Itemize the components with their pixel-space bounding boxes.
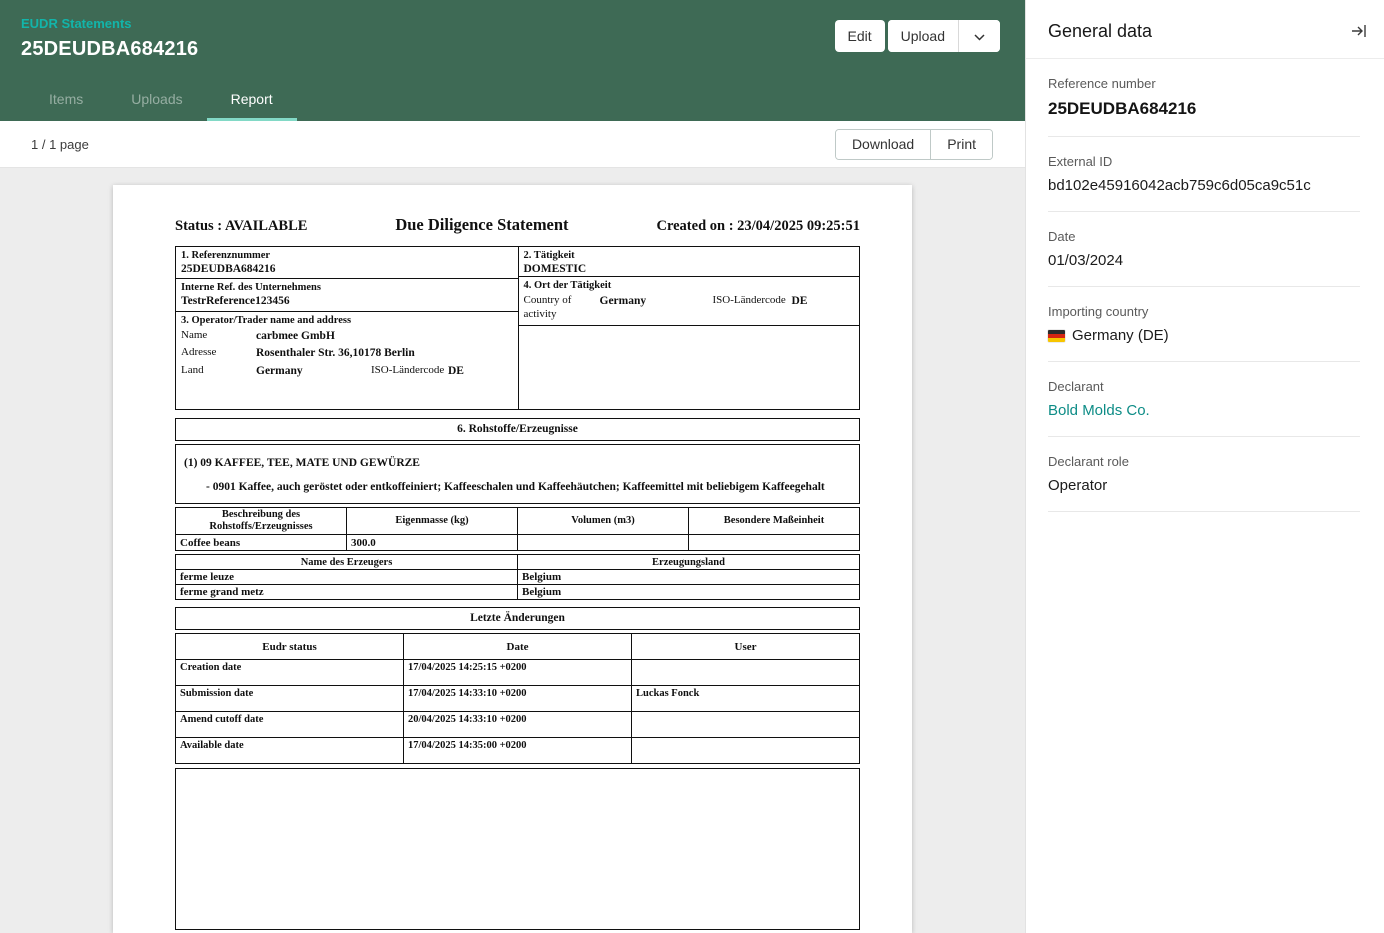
field-reference-number: Reference number 25DEUDBA684216 [1048, 59, 1360, 137]
germany-flag-icon [1048, 330, 1065, 342]
print-button[interactable]: Print [930, 130, 992, 159]
hs-heading: (1) 09 KAFFEE, TEE, MATE UND GEWÜRZE [184, 457, 851, 469]
statement-info-table: 1. Referenznummer 25DEUDBA684216 Interne… [175, 246, 860, 410]
producer-row: ferme grand metz Belgium [176, 585, 860, 600]
changes-table: Eudr status Date User Creation date 17/0… [175, 633, 860, 764]
pdf-page: Status : AVAILABLE Due Diligence Stateme… [113, 185, 912, 933]
operator-country-row: Land Germany ISO-Ländercode DE [181, 364, 513, 378]
info-left-column: 1. Referenznummer 25DEUDBA684216 Interne… [176, 247, 518, 409]
field-external-id: External ID bd102e45916042acb759c6d05ca9… [1048, 137, 1360, 212]
reference-cell: 1. Referenznummer 25DEUDBA684216 [176, 247, 518, 279]
commodity-table: Beschreibung des Rohstoffs/Erzeugnisses … [175, 507, 860, 551]
document-viewer[interactable]: Status : AVAILABLE Due Diligence Stateme… [0, 168, 1025, 933]
changes-section-title: Letzte Änderungen [175, 607, 860, 630]
empty-cell [519, 326, 860, 410]
commodities-section-title: 6. Rohstoffe/Erzeugnisse [175, 418, 860, 441]
doc-title: Due Diligence Statement [395, 215, 568, 235]
changes-row: Amend cutoff date 20/04/2025 14:33:10 +0… [176, 712, 860, 738]
info-right-column: 2. Tätigkeit DOMESTIC 4. Ort der Tätigke… [518, 247, 860, 409]
tab-uploads[interactable]: Uploads [107, 79, 206, 121]
hs-subheading: - 0901 Kaffee, auch geröstet oder entkof… [184, 481, 851, 493]
producers-header-row: Name des Erzeugers Erzeugungsland [176, 555, 860, 570]
importing-country-value: Germany (DE) [1072, 327, 1169, 344]
changes-header-row: Eudr status Date User [176, 634, 860, 660]
tab-items[interactable]: Items [25, 79, 107, 121]
header-actions: Edit Upload [835, 20, 1001, 52]
internal-reference-cell: Interne Ref. des Unternehmens TestrRefer… [176, 279, 518, 312]
changes-row: Submission date 17/04/2025 14:33:10 +020… [176, 686, 860, 712]
breadcrumb[interactable]: EUDR Statements [21, 16, 132, 31]
field-declarant-role: Declarant role Operator [1048, 437, 1360, 512]
viewer-toolbar: 1 / 1 page Download Print [0, 121, 1025, 168]
sidebar-title: General data [1048, 21, 1152, 42]
operator-cell: 3. Operator/Trader name and address Name… [176, 312, 518, 409]
field-declarant: Declarant Bold Molds Co. [1048, 362, 1360, 437]
tab-bar: Items Uploads Report [0, 79, 297, 121]
changes-row: Available date 17/04/2025 14:35:00 +0200 [176, 738, 860, 764]
commodity-row: Coffee beans 300.0 [176, 535, 860, 551]
producer-row: ferme leuze Belgium [176, 570, 860, 585]
viewer-actions: Download Print [835, 129, 993, 160]
page-header: EUDR Statements 25DEUDBA684216 Edit Uplo… [0, 0, 1025, 121]
commodity-header-row: Beschreibung des Rohstoffs/Erzeugnisses … [176, 508, 860, 535]
tab-report[interactable]: Report [207, 79, 297, 121]
edit-button[interactable]: Edit [835, 20, 885, 52]
upload-split-button: Upload [888, 20, 1000, 52]
operator-address-row: Adresse Rosenthaler Str. 36,10178 Berlin [181, 346, 513, 360]
operator-name-row: Name carbmee GmbH [181, 329, 513, 343]
field-date: Date 01/03/2024 [1048, 212, 1360, 287]
sidebar-header: General data [1026, 0, 1384, 59]
page-indicator: 1 / 1 page [31, 137, 89, 152]
document-header: Status : AVAILABLE Due Diligence Stateme… [175, 215, 860, 235]
main-panel: EUDR Statements 25DEUDBA684216 Edit Uplo… [0, 0, 1025, 933]
general-data-panel: General data Reference number 25DEUDBA68… [1025, 0, 1384, 933]
producers-table: Name des Erzeugers Erzeugungsland ferme … [175, 554, 860, 600]
place-of-activity-cell: 4. Ort der Tätigkeit Country of activity… [519, 277, 860, 326]
activity-cell: 2. Tätigkeit DOMESTIC [519, 247, 860, 277]
chevron-down-icon [974, 28, 985, 44]
field-importing-country: Importing country Germany (DE) [1048, 287, 1360, 362]
upload-button[interactable]: Upload [888, 20, 958, 52]
doc-status: Status : AVAILABLE [175, 218, 307, 235]
upload-dropdown-button[interactable] [958, 20, 1000, 52]
doc-created-on: Created on : 23/04/2025 09:25:51 [656, 218, 860, 235]
hs-code-box: (1) 09 KAFFEE, TEE, MATE UND GEWÜRZE - 0… [175, 444, 860, 504]
declarant-link[interactable]: Bold Molds Co. [1048, 402, 1360, 419]
collapse-panel-icon[interactable] [1348, 20, 1370, 42]
changes-row: Creation date 17/04/2025 14:25:15 +0200 [176, 660, 860, 686]
empty-document-box [175, 768, 860, 930]
download-button[interactable]: Download [836, 130, 930, 159]
activity-country-row: Country of activity Germany ISO-Länderco… [524, 294, 855, 322]
